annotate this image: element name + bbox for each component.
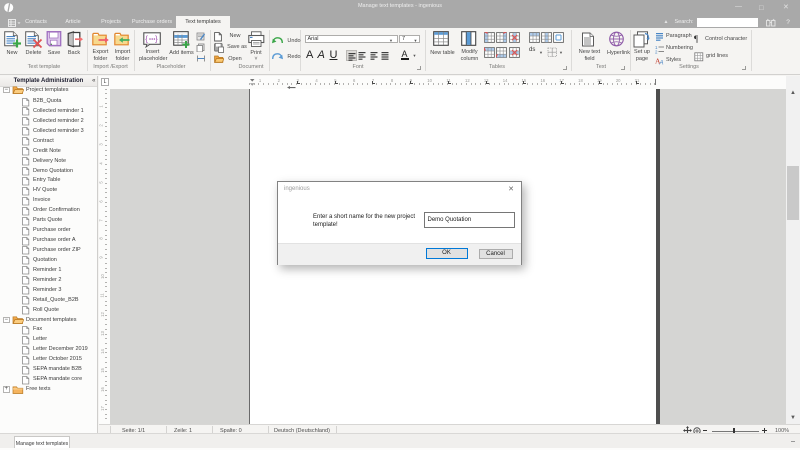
svg-text:}: } [155,35,158,44]
svg-text:2: 2 [655,49,658,54]
svg-text:{: { [145,35,148,44]
svg-text:A: A [659,61,664,66]
